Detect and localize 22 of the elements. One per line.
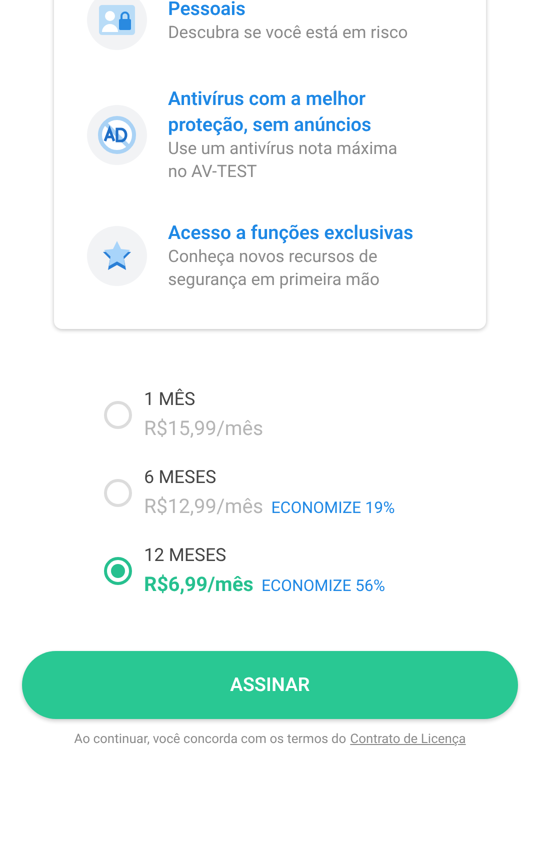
terms-text: Ao continuar, você concorda com os termos do: [74, 731, 346, 749]
plan-price: R$15,99/mês: [144, 415, 264, 442]
plan-period: 12 MESES: [144, 544, 228, 568]
subscribe-button[interactable]: ASSINAR: [22, 651, 518, 719]
plan-price: R$12,99/mês: [144, 493, 264, 520]
feature-title: Pessoais: [168, 0, 246, 22]
feature-title: Acesso a funções exclusivas: [168, 220, 414, 246]
user-lock-icon: [99, 5, 135, 35]
radio-button[interactable]: [104, 401, 132, 429]
saving-label: ECONOMIZE 19%: [271, 497, 395, 519]
saving-label: ECONOMIZE 56%: [261, 575, 386, 597]
radio-button[interactable]: [104, 479, 132, 507]
plan-price: R$6,99/mês: [144, 571, 254, 598]
plan-period: 1 MÊS: [144, 388, 196, 412]
feature-description: Descubra se você está em risco: [168, 22, 409, 44]
feature-title: Antivírus com a melhor proteção, sem anúncios: [168, 86, 372, 138]
feature-description: Use um antivírus nota máxima no AV-TEST: [168, 138, 398, 184]
radio-button[interactable]: [104, 557, 132, 585]
feature-description: Conheça novos recursos de segurança em primeira mão: [168, 246, 381, 292]
plan-period: 6 MESES: [144, 466, 218, 490]
license-link[interactable]: Contrato de Licença: [350, 730, 466, 750]
no-ads-icon: [97, 115, 137, 155]
